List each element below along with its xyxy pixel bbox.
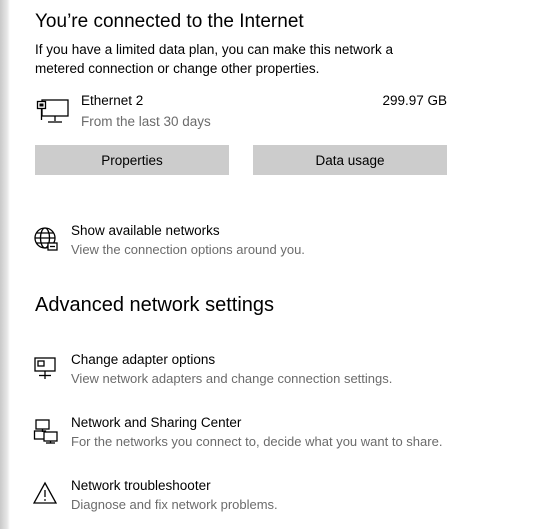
troubleshooter-subtitle: Diagnose and fix network problems. [71,497,278,512]
status-description: If you have a limited data plan, you can… [35,42,393,76]
show-networks-subtitle: View the connection options around you. [71,242,305,257]
connection-period: From the last 30 days [81,114,211,129]
status-title: You’re connected to the Internet [35,11,304,32]
window-edge [0,0,10,529]
adapter-options-subtitle: View network adapters and change connect… [71,371,393,386]
connection-usage: 299.97 GB [382,93,447,108]
globe-icon [34,227,58,251]
network-status-page: You’re connected to the Internet If you … [0,0,555,529]
data-usage-button[interactable]: Data usage [253,145,447,175]
troubleshooter-title: Network troubleshooter [71,478,211,493]
adapter-options-title: Change adapter options [71,352,216,367]
show-available-networks-link[interactable]: Show available networks View the connect… [33,223,483,265]
warning-icon [33,481,58,504]
sharing-center-subtitle: For the networks you connect to, decide … [71,434,443,449]
show-networks-title: Show available networks [71,223,220,238]
connection-name: Ethernet 2 [81,93,144,108]
change-adapter-options-link[interactable]: Change adapter options View network adap… [33,352,483,394]
network-adapter-icon [34,357,56,379]
ethernet-monitor-icon [36,99,69,123]
sharing-center-title: Network and Sharing Center [71,415,242,430]
advanced-settings-heading: Advanced network settings [35,294,275,316]
network-troubleshooter-link[interactable]: Network troubleshooter Diagnose and fix … [33,478,483,520]
properties-button[interactable]: Properties [35,145,229,175]
sharing-center-icon [33,419,58,444]
network-sharing-center-link[interactable]: Network and Sharing Center For the netwo… [33,415,483,457]
